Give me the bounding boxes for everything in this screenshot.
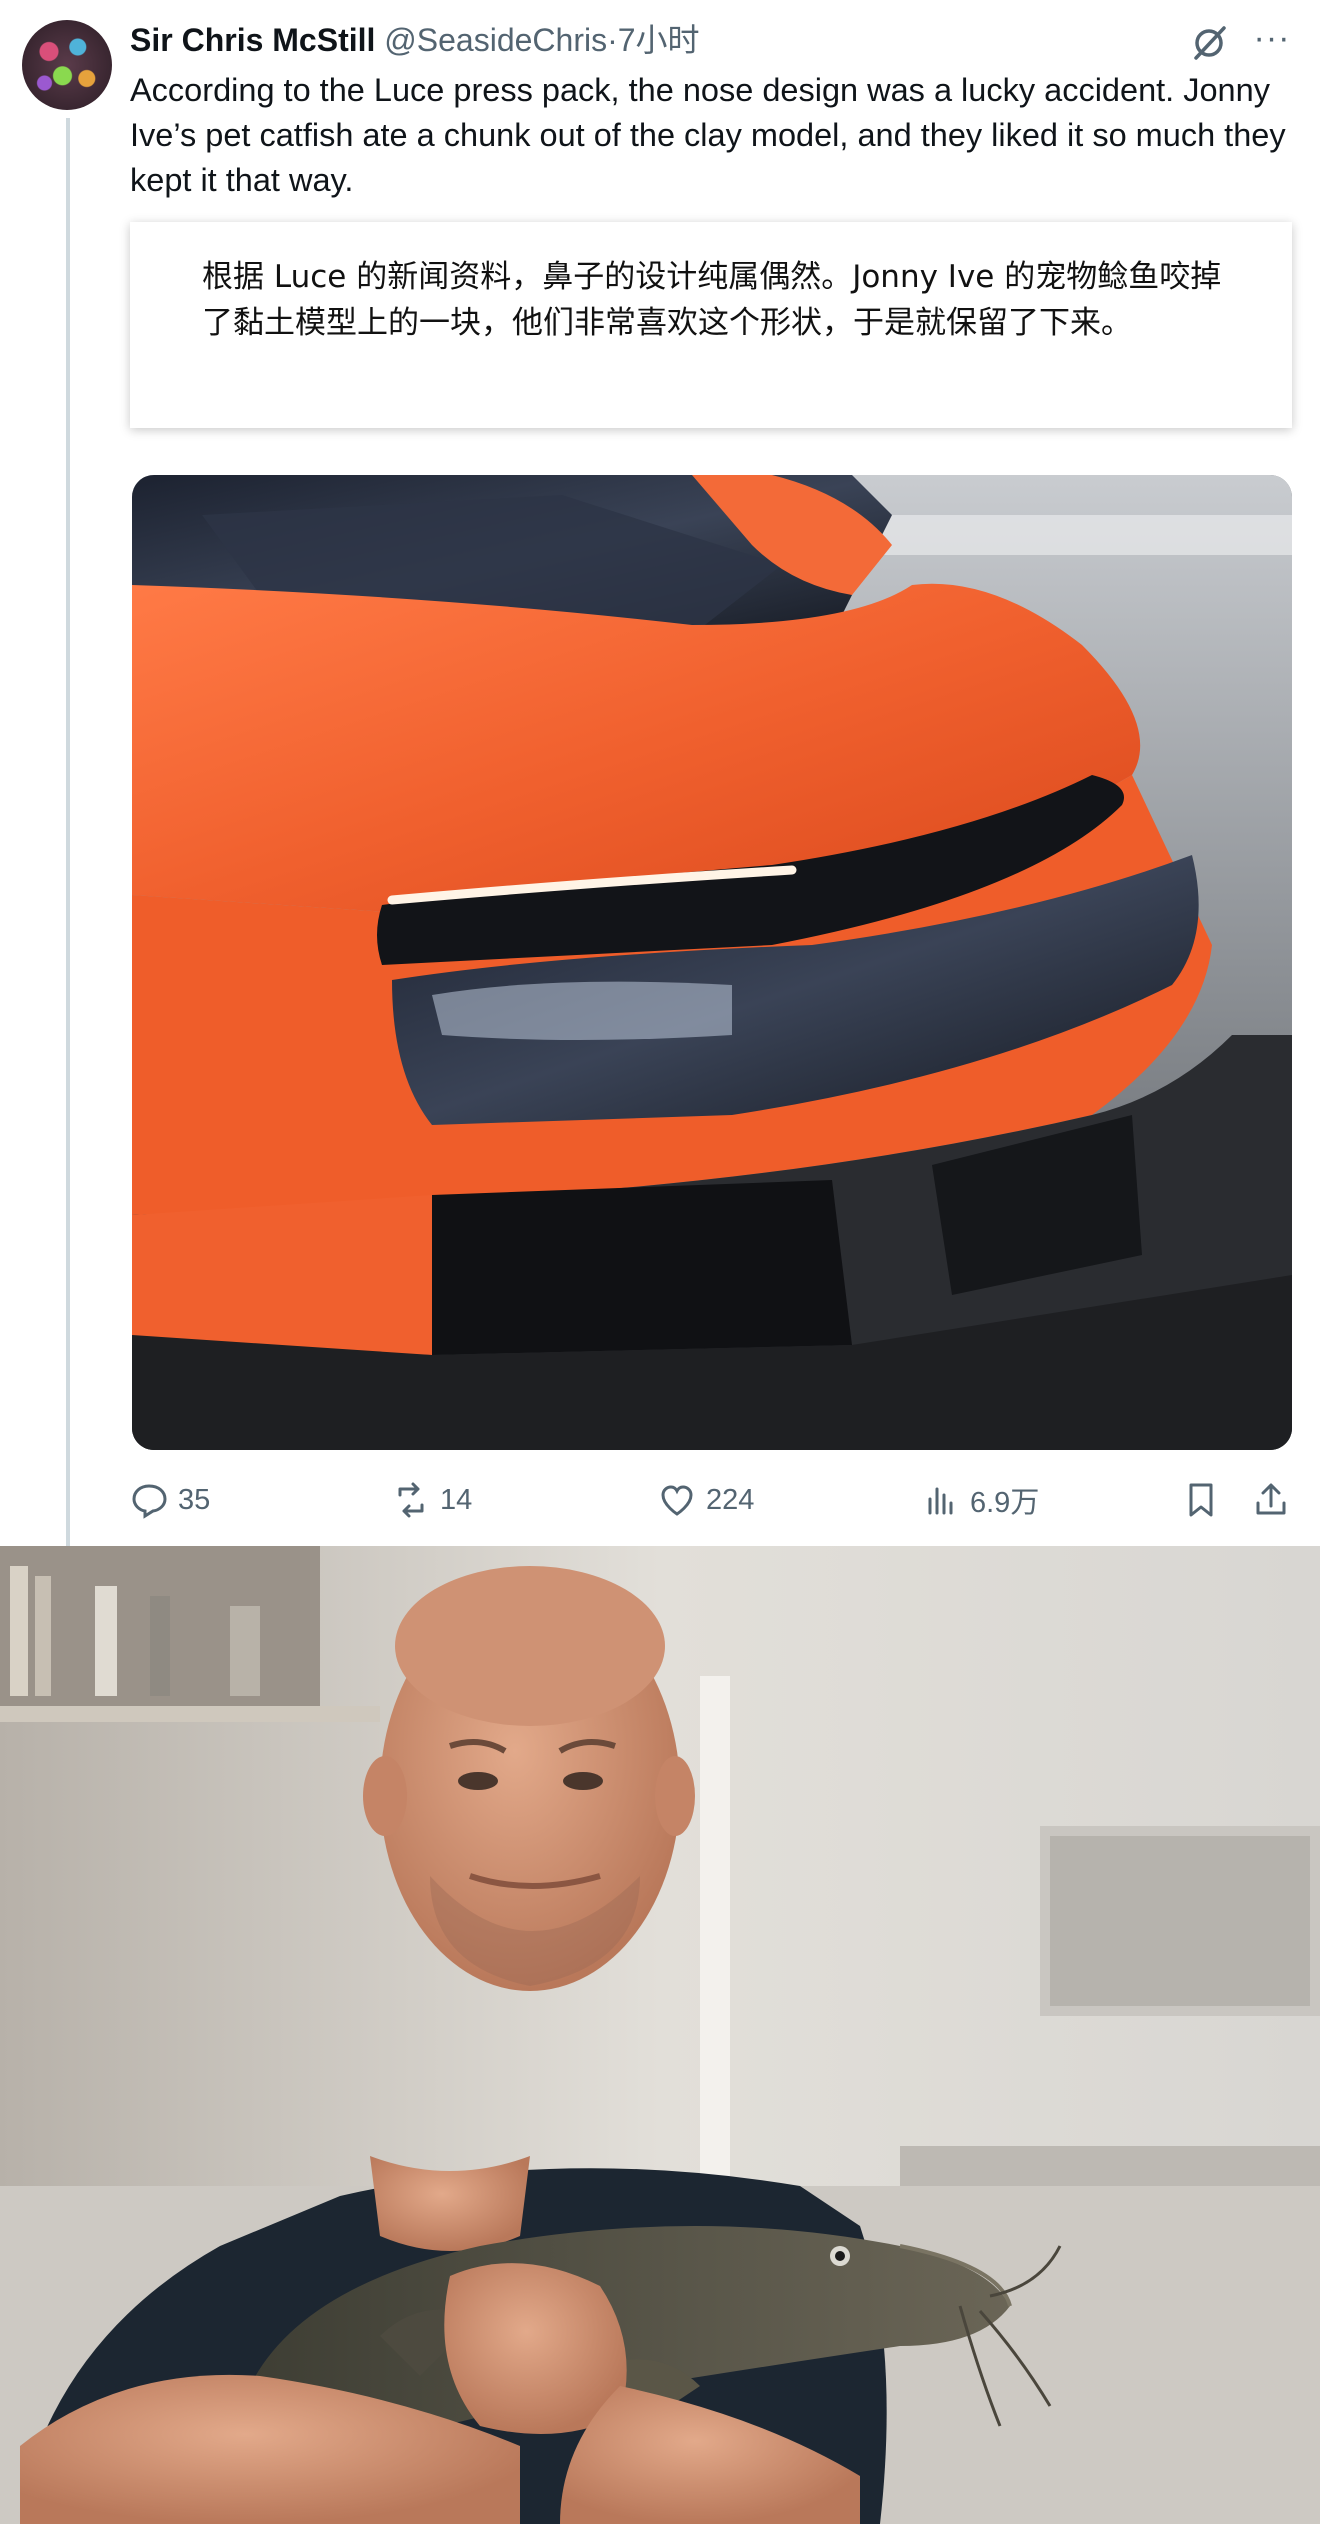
author-handle[interactable]: @SeasideChris — [384, 22, 607, 58]
reply-icon — [132, 1484, 167, 1519]
car-photo[interactable] — [132, 475, 1292, 1450]
separator-dot: · — [607, 22, 618, 58]
bookmark-button[interactable] — [1182, 1470, 1220, 1530]
views-button[interactable]: 6.9万 — [922, 1470, 1039, 1530]
repost-icon — [398, 1482, 424, 1518]
translation-box: 根据 Luce 的新闻资料，鼻子的设计纯属偶然。Jonny Ive 的宠物鲶鱼咬… — [130, 222, 1292, 428]
repost-count: 14 — [440, 1483, 473, 1516]
share-button[interactable] — [1252, 1470, 1290, 1530]
thread-line — [66, 118, 70, 1546]
grok-icon[interactable] — [1188, 20, 1232, 64]
more-icon[interactable]: ··· — [1252, 18, 1292, 62]
view-count: 6.9万 — [970, 1487, 1040, 1519]
author-name[interactable]: Sir Chris McStill — [130, 22, 375, 58]
man-holding-catfish-photo — [0, 1546, 1320, 2524]
avatar[interactable] — [22, 20, 112, 110]
like-button[interactable]: 224 — [658, 1470, 754, 1530]
translation-text: 根据 Luce 的新闻资料，鼻子的设计纯属偶然。Jonny Ive 的宠物鲶鱼咬… — [202, 259, 1222, 341]
timestamp[interactable]: 7小时 — [618, 22, 700, 58]
like-count: 224 — [706, 1483, 755, 1516]
tweet: Sir Chris McStill @SeasideChris·7小时 ··· … — [0, 0, 1320, 1546]
bookmark-icon — [1189, 1483, 1213, 1517]
tweet-text: According to the Luce press pack, the no… — [130, 72, 1286, 198]
repost-button[interactable]: 14 — [392, 1470, 472, 1530]
share-icon — [1256, 1483, 1286, 1515]
views-icon — [928, 1487, 953, 1515]
reply-count: 35 — [178, 1483, 211, 1516]
like-icon — [661, 1485, 693, 1516]
action-bar: 35 14 224 6.9万 — [0, 1470, 1320, 1530]
tweet-header: Sir Chris McStill @SeasideChris·7小时 — [130, 18, 700, 62]
reply-button[interactable]: 35 — [130, 1470, 210, 1530]
